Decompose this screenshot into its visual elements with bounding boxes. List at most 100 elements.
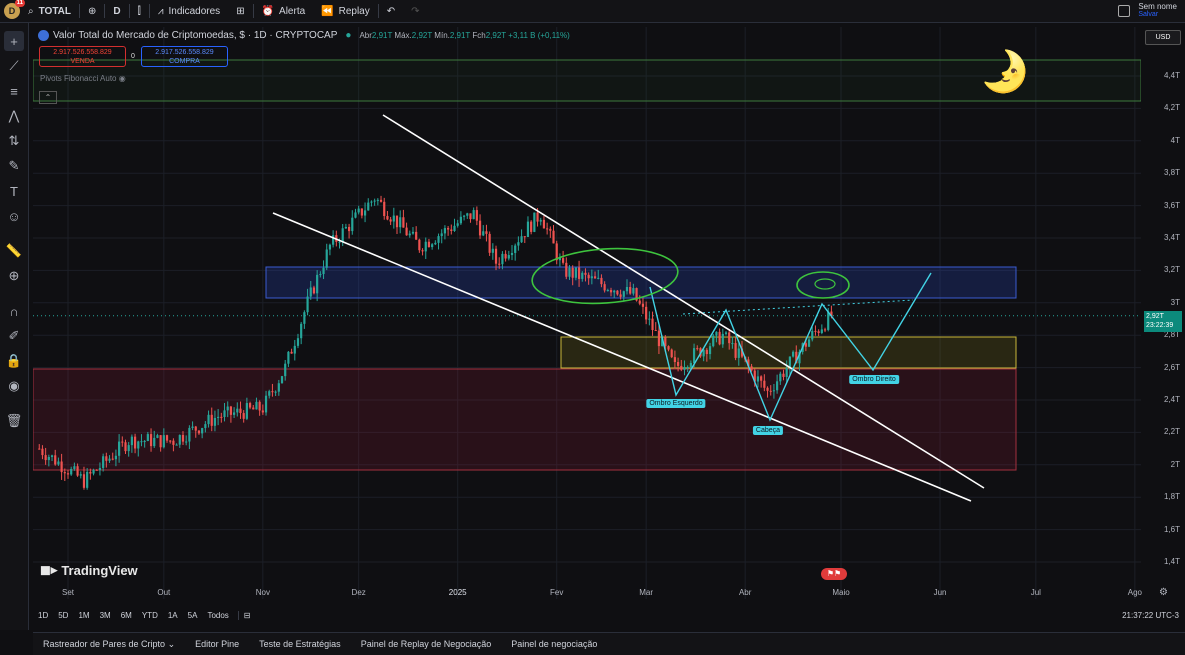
pivots-indicator-label[interactable]: Pivots Fibonacci Auto ◉ xyxy=(40,74,126,83)
candle-body xyxy=(571,267,574,278)
redo-button[interactable]: ↷ xyxy=(403,0,427,22)
candle-body xyxy=(370,201,373,203)
pattern-icon[interactable]: ⋀ xyxy=(4,106,24,126)
brush-icon[interactable]: ✎ xyxy=(4,156,24,176)
head-label[interactable]: Cabeça xyxy=(752,426,784,435)
panel-tab[interactable]: Rastreador de Pares de Cripto ⌄ xyxy=(33,639,185,650)
forecast-icon[interactable]: ⇅ xyxy=(4,131,24,151)
compare-button[interactable]: ⊕ xyxy=(80,0,104,22)
replay-button[interactable]: ⏪ Replay xyxy=(313,0,378,22)
timezone-settings-button[interactable]: ⚙ xyxy=(1159,587,1168,598)
sell-label: VENDA xyxy=(70,58,95,65)
range-button-1d[interactable]: 1D xyxy=(33,611,53,620)
tv-logo-icon: ◼▸ xyxy=(40,562,58,577)
range-button-5d[interactable]: 5D xyxy=(53,611,73,620)
time-tick: Abr xyxy=(738,588,752,597)
pencil-lock-icon[interactable]: ✐ xyxy=(4,326,24,346)
candle-body xyxy=(689,362,692,368)
price-tick: 3,2T xyxy=(1163,265,1180,275)
candle-body xyxy=(466,213,469,216)
crosshair-icon[interactable]: + xyxy=(4,31,24,51)
candle-body xyxy=(491,248,494,253)
candle-body xyxy=(437,236,440,243)
price-chart[interactable] xyxy=(33,27,1141,599)
layout-checkbox[interactable] xyxy=(1118,5,1131,17)
fib-icon[interactable]: ≡ xyxy=(4,81,24,101)
chart-type-button[interactable]: ⫿ xyxy=(130,0,149,22)
currency-selector[interactable]: USD xyxy=(1145,30,1181,45)
panel-tab[interactable]: Teste de Estratégias xyxy=(249,639,351,649)
collapse-legend-button[interactable]: ⌃ xyxy=(39,91,57,104)
user-avatar[interactable]: D 11 xyxy=(4,0,25,19)
left-shoulder-label[interactable]: Ombro Esquerdo xyxy=(646,399,706,408)
candle-body xyxy=(456,223,459,226)
range-button-1a[interactable]: 1A xyxy=(163,611,183,620)
chart-background xyxy=(33,27,1141,599)
price-tick: 1,6T xyxy=(1163,524,1180,534)
candle-body xyxy=(201,428,204,434)
symbol-search[interactable]: ⌕ TOTAL xyxy=(20,0,79,22)
alert-button[interactable]: ⏰ Alerta xyxy=(254,0,314,22)
range-button-ytd[interactable]: YTD xyxy=(137,611,163,620)
clock[interactable]: 21:37:22 UTC-3 xyxy=(1122,611,1179,620)
panel-tab[interactable]: Editor Pine xyxy=(185,639,249,649)
candle-body xyxy=(734,343,737,358)
candle-body xyxy=(261,410,264,413)
indicators-button[interactable]: ⩘ Indicadores xyxy=(150,0,228,22)
eye-icon[interactable]: ◉ xyxy=(4,376,24,396)
indicators-icon: ⩘ xyxy=(157,5,164,17)
candle-body xyxy=(814,330,817,332)
undo-button[interactable]: ↶ xyxy=(379,0,403,22)
candle-body xyxy=(232,412,236,415)
candle-body xyxy=(708,346,712,355)
candle-body xyxy=(807,339,811,347)
candle-body xyxy=(520,236,523,243)
candle-body xyxy=(95,469,98,471)
candle-body xyxy=(277,383,280,392)
interval-button[interactable]: D xyxy=(105,0,128,22)
right-shoulder-label[interactable]: Ombro Direito xyxy=(849,375,899,384)
eye-icon[interactable]: ◉ xyxy=(119,74,126,83)
candle-body xyxy=(447,228,450,230)
candle-body xyxy=(220,416,223,418)
range-button-6m[interactable]: 6M xyxy=(116,611,137,620)
economic-event-flag[interactable]: ⚑⚑ xyxy=(821,568,847,580)
lock-icon[interactable]: 🔒 xyxy=(4,351,24,371)
buy-button[interactable]: 2.917.526.558.829 COMPRA xyxy=(141,46,228,67)
sell-button[interactable]: 2.917.526.558.829 VENDA xyxy=(39,46,126,67)
range-button-5a[interactable]: 5A xyxy=(183,611,203,620)
candle-body xyxy=(207,414,210,425)
cryptocap-logo-icon xyxy=(38,30,49,41)
candle-body xyxy=(769,390,772,392)
candle-body xyxy=(38,448,41,450)
candle-body xyxy=(415,231,418,240)
candle-body xyxy=(191,426,194,428)
text-icon[interactable]: T xyxy=(4,181,24,201)
candle-body xyxy=(300,323,303,339)
magnet-icon[interactable]: ∩ xyxy=(4,301,24,321)
panel-tab[interactable]: Painel de negociação xyxy=(501,639,607,649)
panel-tab[interactable]: Painel de Replay de Negociação xyxy=(351,639,502,649)
range-button-3m[interactable]: 3M xyxy=(95,611,116,620)
candle-body xyxy=(223,410,226,417)
templates-button[interactable]: ⊞ xyxy=(228,0,252,22)
moon-emoji-drawing[interactable]: 🌛 xyxy=(980,52,1030,92)
trash-icon[interactable]: 🗑 xyxy=(4,411,24,431)
candle-body xyxy=(328,244,332,250)
price-tick: 1,4T xyxy=(1163,557,1180,566)
layout-name[interactable]: Sem nome Salvar xyxy=(1138,3,1177,19)
zoom-icon[interactable]: ⊕ xyxy=(4,266,24,286)
emoji-icon[interactable]: ☺ xyxy=(4,206,24,226)
candle-body xyxy=(565,262,568,277)
candle-body xyxy=(434,242,437,245)
trendline-icon[interactable]: ⟋ xyxy=(4,56,24,76)
range-button-1m[interactable]: 1M xyxy=(73,611,94,620)
ruler-icon[interactable]: 📏 xyxy=(4,241,24,261)
candle-body xyxy=(606,290,609,292)
range-button-todos[interactable]: Todos xyxy=(202,611,233,620)
candle-body xyxy=(721,333,724,345)
candle-body xyxy=(776,381,779,391)
high-value: 2,92T xyxy=(411,31,433,40)
calendar-icon[interactable]: ⊟ xyxy=(237,610,256,620)
us-flag-icon: ⚑⚑ xyxy=(826,569,842,578)
